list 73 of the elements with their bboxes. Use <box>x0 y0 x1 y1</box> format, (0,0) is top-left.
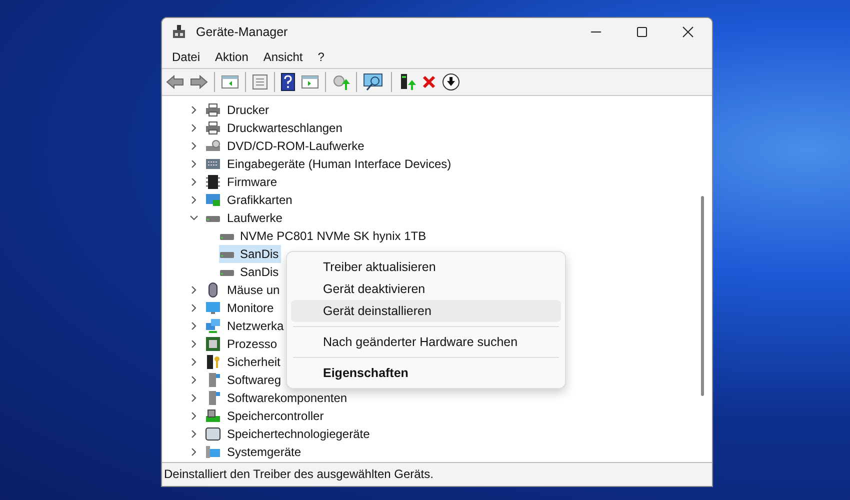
close-icon[interactable] <box>682 26 694 38</box>
printer-icon <box>205 120 221 136</box>
tree-item[interactable]: Laufwerke <box>226 210 284 226</box>
expand-chevron-icon[interactable] <box>189 123 199 133</box>
expand-chevron-icon[interactable] <box>189 429 199 439</box>
chip-icon <box>205 174 221 190</box>
context-menu-item[interactable]: Eigenschaften <box>291 362 561 384</box>
device-manager-icon <box>171 24 187 40</box>
tree-item[interactable]: Sicherheit <box>226 354 282 370</box>
menu-item[interactable]: Ansicht <box>263 50 303 64</box>
tree-item[interactable]: Mäuse un <box>226 282 281 298</box>
tree-item[interactable]: Druckwarteschlangen <box>226 120 344 136</box>
tree-item[interactable]: Monitore <box>226 300 275 316</box>
expand-chevron-icon[interactable] <box>189 195 199 205</box>
scan-monitor-icon[interactable] <box>363 73 385 91</box>
tree-item[interactable]: Softwareg <box>226 372 282 388</box>
context-menu-item[interactable]: Treiber aktualisieren <box>291 256 561 278</box>
tree-item[interactable]: Systemgeräte <box>226 444 302 460</box>
context-menu-item[interactable]: Gerät deinstallieren <box>291 300 561 322</box>
tree-item[interactable]: Drucker <box>226 102 270 118</box>
context-menu-item[interactable]: Nach geänderter Hardware suchen <box>291 331 561 353</box>
add-device-icon[interactable] <box>398 73 416 91</box>
menu-item[interactable]: ? <box>318 50 324 64</box>
help-icon[interactable] <box>281 73 295 91</box>
controller-icon <box>205 408 221 424</box>
properties-sheet-icon[interactable] <box>252 74 268 90</box>
console-tree-icon[interactable] <box>221 74 239 90</box>
expand-chevron-icon[interactable] <box>189 159 199 169</box>
tree-item[interactable]: DVD/CD-ROM-Laufwerke <box>226 138 366 154</box>
expand-chevron-icon[interactable] <box>189 411 199 421</box>
tree-item[interactable]: Firmware <box>226 174 278 190</box>
back-arrow-icon[interactable] <box>166 74 184 90</box>
context-menu-item[interactable]: Gerät deaktivieren <box>291 278 561 300</box>
tree-item[interactable]: Grafikkarten <box>226 192 294 208</box>
tree-item[interactable]: Netzwerka <box>226 318 285 334</box>
menu-item[interactable]: Datei <box>172 50 200 64</box>
maximize-icon[interactable] <box>636 26 648 38</box>
scrollbar[interactable] <box>701 196 704 396</box>
forward-arrow-icon[interactable] <box>190 74 208 90</box>
expand-chevron-icon[interactable] <box>189 177 199 187</box>
collapse-chevron-icon[interactable] <box>189 213 199 223</box>
window-title: Geräte-Manager <box>196 25 288 39</box>
tree-item[interactable]: Eingabegeräte (Human Interface Devices) <box>226 156 452 172</box>
tree-item[interactable]: Speichercontroller <box>226 408 325 424</box>
tree-item[interactable]: NVMe PC801 NVMe SK hynix 1TB <box>219 227 428 245</box>
uninstall-icon[interactable] <box>422 75 436 89</box>
network-icon <box>205 318 221 334</box>
tree-item[interactable]: Speichertechnologiegeräte <box>226 426 371 442</box>
expand-chevron-icon[interactable] <box>189 375 199 385</box>
menu-item[interactable]: Aktion <box>215 50 248 64</box>
expand-chevron-icon[interactable] <box>189 105 199 115</box>
tree-item[interactable]: SanDis <box>219 245 281 263</box>
status-bar: Deinstalliert den Treiber des ausgewählten Geräts. <box>162 462 712 486</box>
tree-item[interactable]: Softwarekomponenten <box>226 390 348 406</box>
expand-chevron-icon[interactable] <box>189 303 199 313</box>
keyboard-icon <box>205 156 221 172</box>
disc-icon <box>205 138 221 154</box>
printer-icon <box>205 102 221 118</box>
expand-chevron-icon[interactable] <box>189 285 199 295</box>
display-icon <box>205 192 221 208</box>
expand-chevron-icon[interactable] <box>189 447 199 457</box>
expand-chevron-icon[interactable] <box>189 393 199 403</box>
computer-icon <box>205 444 221 460</box>
monitor-icon <box>205 300 221 316</box>
expand-chevron-icon[interactable] <box>189 321 199 331</box>
tree-item[interactable]: Prozesso <box>226 336 278 352</box>
expand-chevron-icon[interactable] <box>189 141 199 151</box>
processor-icon <box>205 336 221 352</box>
action-pane-icon[interactable] <box>301 74 319 90</box>
expand-chevron-icon[interactable] <box>189 339 199 349</box>
key-icon <box>205 354 221 370</box>
tree-item[interactable]: SanDis <box>219 263 281 281</box>
expand-chevron-icon[interactable] <box>189 357 199 367</box>
